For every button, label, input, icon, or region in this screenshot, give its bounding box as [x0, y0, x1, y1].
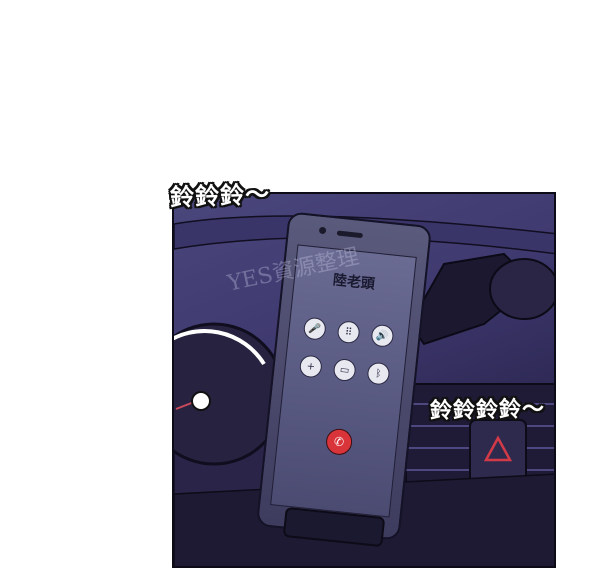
speaker-icon[interactable]: 🔊 — [370, 323, 395, 348]
mount-suction — [489, 258, 554, 320]
microphone-icon[interactable]: 🎤 — [302, 316, 327, 341]
end-call-icon: ✆ — [333, 434, 345, 450]
phone-screen: 陸老頭 🎤 ⠿ 🔊 + ▭ ᛒ ✆ — [270, 244, 417, 518]
video-icon[interactable]: ▭ — [332, 357, 357, 383]
gauge-knob — [191, 391, 211, 411]
keypad-icon[interactable]: ⠿ — [336, 320, 361, 345]
bluetooth-icon[interactable]: ᛒ — [366, 361, 391, 386]
earpiece — [336, 230, 364, 239]
sound-effect-top: 鈴鈴鈴～ — [169, 180, 271, 212]
sound-effect-right: 鈴鈴鈴鈴～ — [429, 396, 546, 425]
add-call-icon[interactable]: + — [298, 354, 323, 379]
end-call-button[interactable]: ✆ — [324, 427, 354, 457]
camera-icon — [318, 226, 327, 235]
